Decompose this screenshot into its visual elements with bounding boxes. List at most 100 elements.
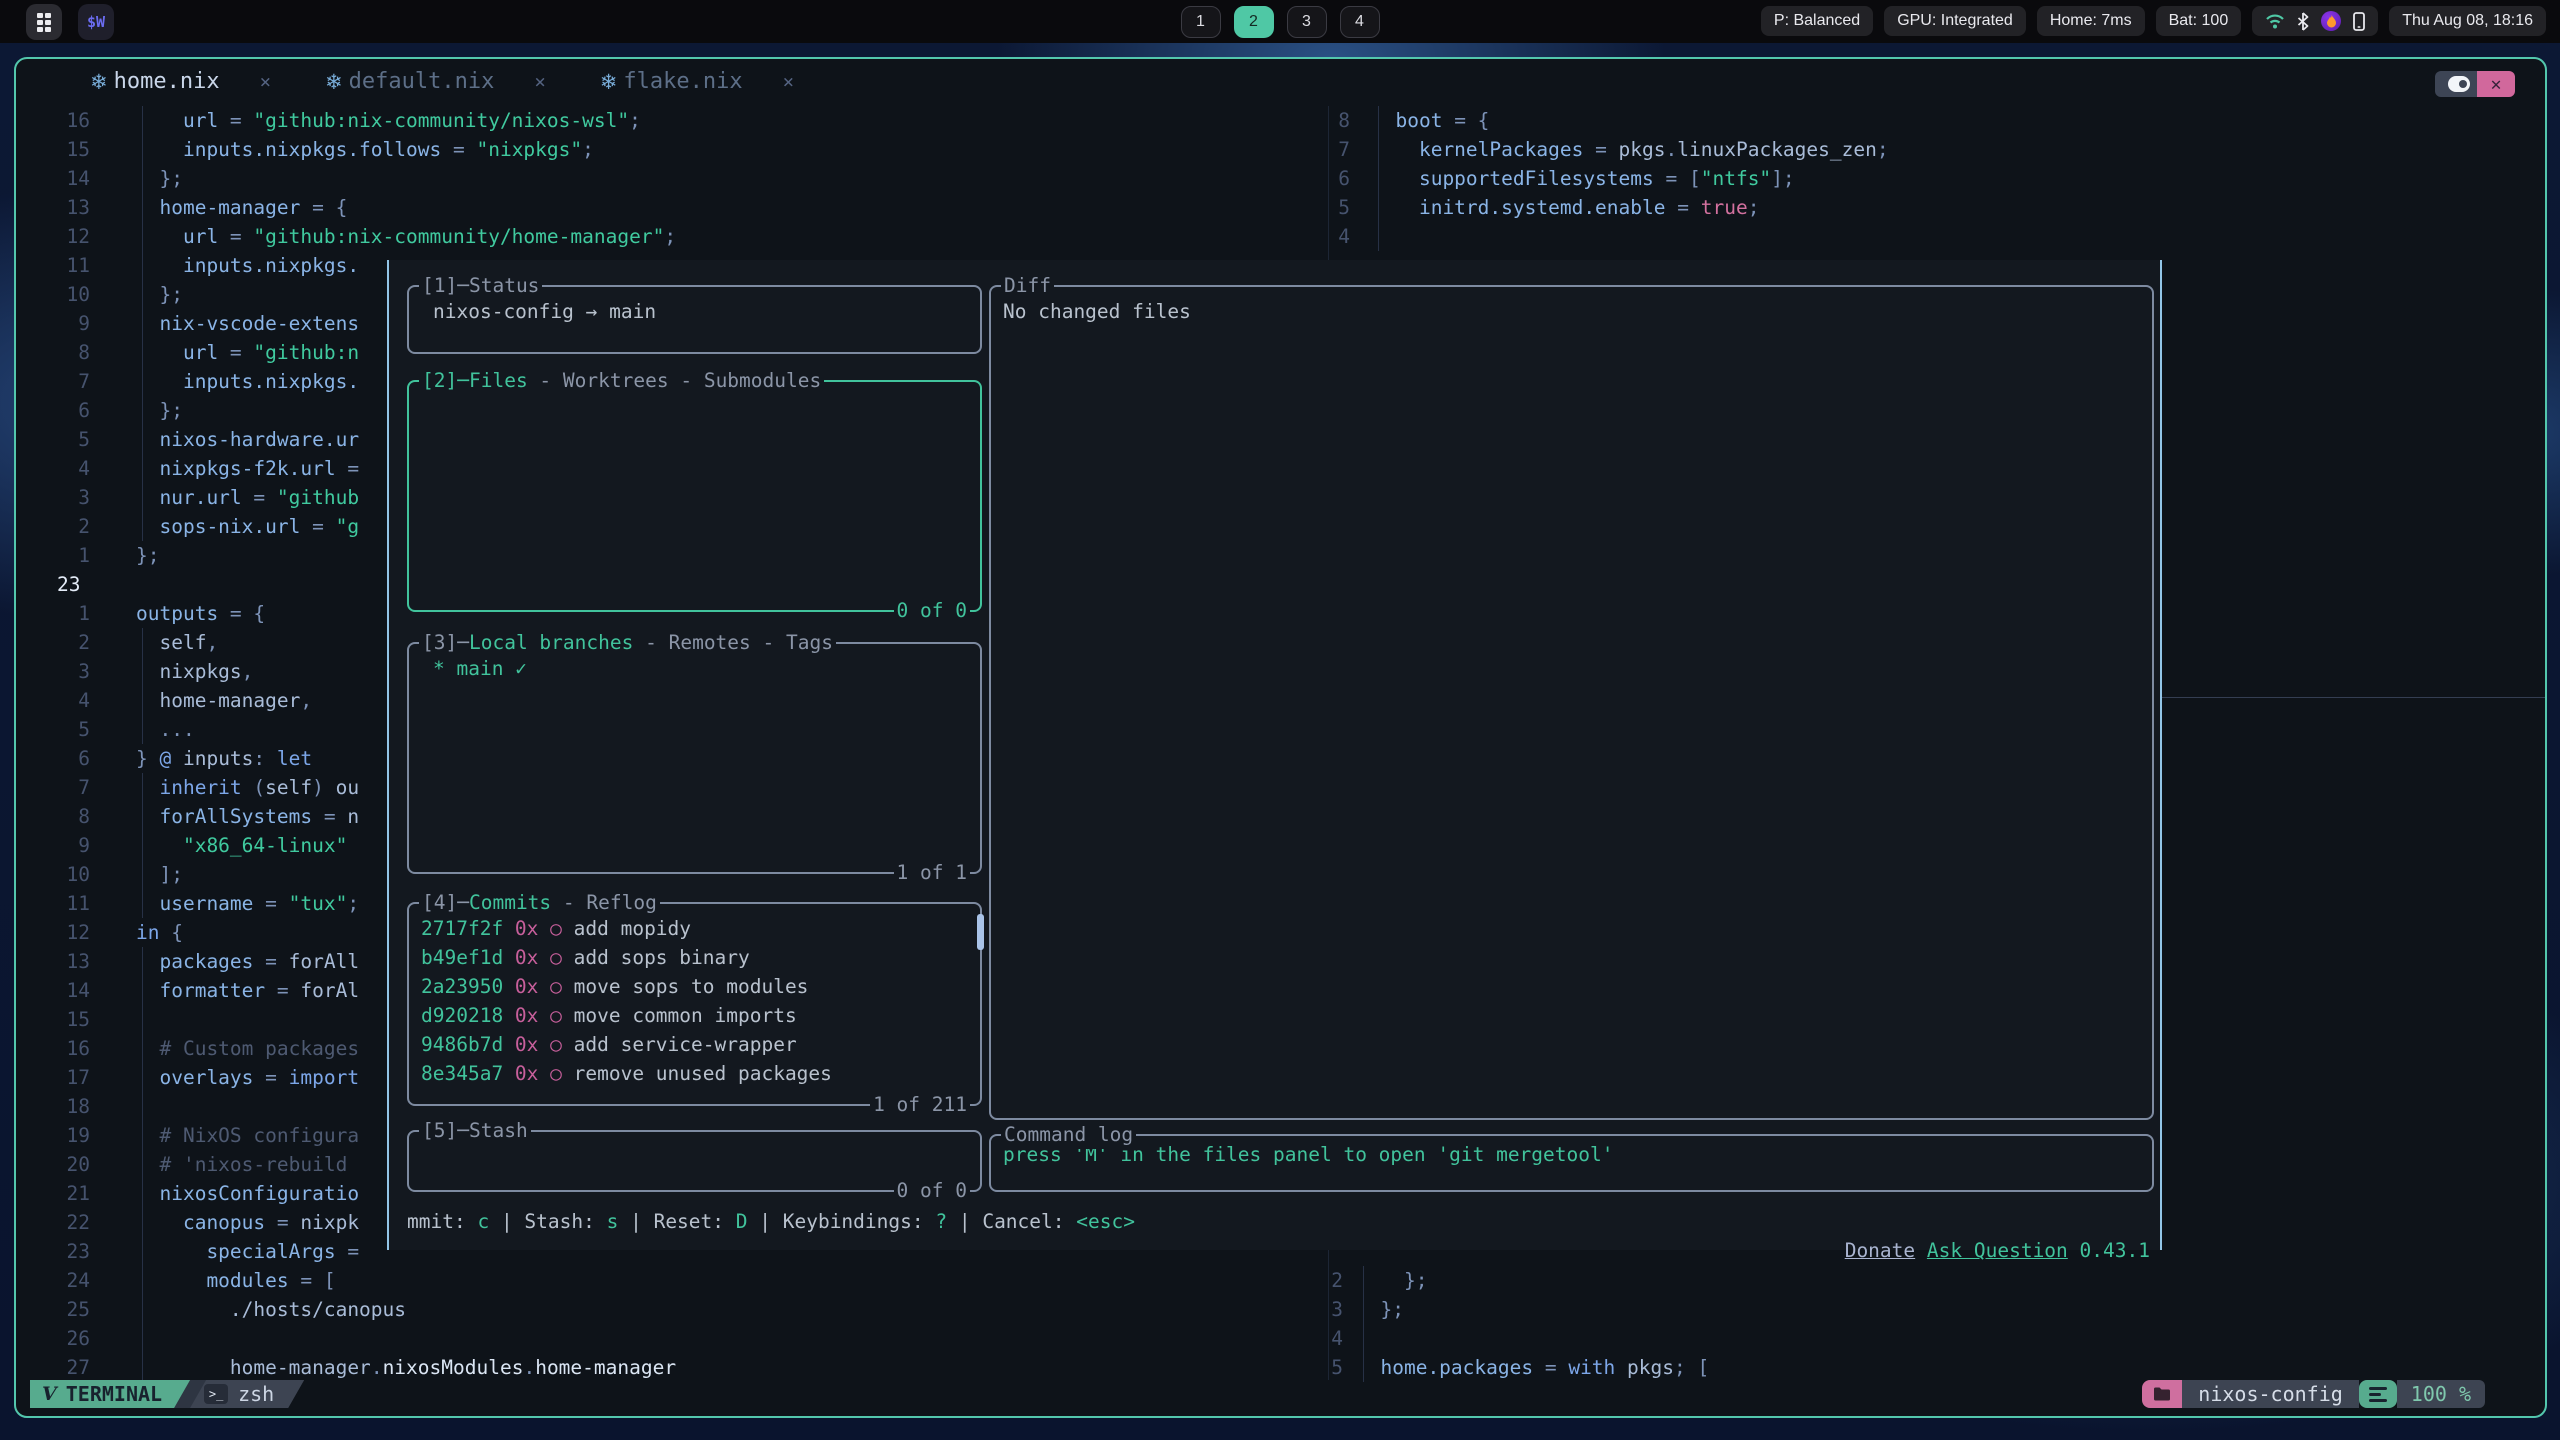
code-line[interactable]: 5 initrd.systemd.enable = true; xyxy=(16,193,2545,222)
commit-row[interactable]: 8e345a7 0x ○ remove unused packages xyxy=(421,1059,968,1088)
line-number: 7 xyxy=(16,773,90,802)
workspace-pill-2[interactable]: 2 xyxy=(1234,6,1274,38)
lazygit-diff-panel[interactable]: Diff No changed files xyxy=(989,285,2154,1120)
code-text: }; xyxy=(136,541,159,570)
code-line[interactable]: 5 home.packages = with pkgs; [ xyxy=(16,1353,2545,1382)
code-line[interactable]: 6 supportedFilesystems = ["ntfs"]; xyxy=(16,164,2545,193)
line-number: 15 xyxy=(16,1005,90,1034)
commit-row[interactable]: 2717f2f 0x ○ add mopidy xyxy=(421,914,968,943)
line-number: 4 xyxy=(16,686,90,715)
panel-tab-commits[interactable]: Commits xyxy=(469,891,551,914)
commit-row[interactable]: b49ef1d 0x ○ add sops binary xyxy=(421,943,968,972)
lazygit-commits-panel[interactable]: [4]─Commits - Reflog 2717f2f 0x ○ add mo… xyxy=(407,902,982,1106)
line-number: 6 xyxy=(16,744,90,773)
workspace-pill-1[interactable]: 1 xyxy=(1181,6,1221,38)
code-text: nixpkgs-f2k.url = xyxy=(136,454,359,483)
code-line[interactable]: 8 boot = { xyxy=(16,106,2545,135)
keybinding-label: | Reset: xyxy=(618,1210,735,1233)
line-number: 8 xyxy=(16,802,90,831)
panel-tab-remotes[interactable]: Remotes xyxy=(669,631,751,654)
lazygit-status-panel[interactable]: [1]─Status nixos-config → main xyxy=(407,285,982,354)
code-line[interactable]: 3 }; xyxy=(16,1295,2545,1324)
line-number: 14 xyxy=(16,976,90,1005)
keybinding-key: c xyxy=(477,1210,489,1233)
top-bar: $W 1234 P: BalancedGPU: IntegratedHome: … xyxy=(0,0,2560,43)
code-text: url = "github:n xyxy=(136,338,359,367)
command-log-title: Command log xyxy=(1004,1123,1133,1146)
editor-area: 16 url = "github:nix-community/nixos-wsl… xyxy=(16,59,2545,1416)
line-number: 17 xyxy=(16,1063,90,1092)
line-number: 1 xyxy=(16,599,90,628)
lazygit-overlay: [1]─Status nixos-config → main [2]─Files… xyxy=(387,260,2162,1250)
line-number: 18 xyxy=(16,1092,90,1121)
code-text: canopus = nixpk xyxy=(136,1208,359,1237)
panel-tab-submodules[interactable]: Submodules xyxy=(704,369,821,392)
code-text: }; xyxy=(1357,1295,1404,1324)
phone-icon[interactable] xyxy=(2353,12,2365,31)
commit-hash: d920218 xyxy=(421,1004,515,1027)
workspace-pill-3[interactable]: 3 xyxy=(1287,6,1327,38)
commit-row[interactable]: 2a23950 0x ○ move sops to modules xyxy=(421,972,968,1001)
code-text: specialArgs = xyxy=(136,1237,359,1266)
code-text: inherit (self) ou xyxy=(136,773,359,802)
panel-tab-stash[interactable]: Stash xyxy=(469,1119,528,1142)
keybinding-label: | Cancel: xyxy=(947,1210,1076,1233)
commit-message: remove unused packages xyxy=(574,1062,832,1085)
ask-question-link[interactable]: Ask Question xyxy=(1927,1239,2068,1262)
vim-icon: V xyxy=(42,1383,57,1405)
lazygit-footer-links: Donate Ask Question 0.43.1 xyxy=(1727,1207,2150,1236)
lazygit-branches-panel[interactable]: [3]─Local branches - Remotes - Tags * ma… xyxy=(407,642,982,874)
panel-tab-local-branches[interactable]: Local branches xyxy=(469,631,633,654)
code-line[interactable]: 4 xyxy=(16,1324,2545,1353)
commit-row[interactable]: d920218 0x ○ move common imports xyxy=(421,1001,968,1030)
panel-tab-status[interactable]: Status xyxy=(469,274,539,297)
code-line[interactable]: 7 kernelPackages = pkgs.linuxPackages_ze… xyxy=(16,135,2545,164)
keybinding-label: | Keybindings: xyxy=(748,1210,936,1233)
code-text: ... xyxy=(136,715,195,744)
status-pill-2: Home: 7ms xyxy=(2037,6,2145,36)
line-number: 4 xyxy=(16,1324,1343,1353)
top-bar-right: P: BalancedGPU: IntegratedHome: 7msBat: … xyxy=(1761,6,2546,36)
lazygit-command-log-panel[interactable]: Command log press 'M' in the files panel… xyxy=(989,1134,2154,1192)
panel-tab-files[interactable]: Files xyxy=(469,369,528,392)
commits-scrollbar[interactable] xyxy=(977,914,984,950)
code-text: supportedFilesystems = ["ntfs"]; xyxy=(1372,164,1795,193)
code-line[interactable]: 2 }; xyxy=(16,1266,2545,1295)
donate-link[interactable]: Donate xyxy=(1845,1239,1915,1262)
network-icon[interactable] xyxy=(2265,12,2285,30)
panel-tab-worktrees[interactable]: Worktrees xyxy=(563,369,669,392)
line-number: 9 xyxy=(16,309,90,338)
lazygit-files-panel[interactable]: [2]─Files - Worktrees - Submodules 0 of … xyxy=(407,380,982,612)
commit-author: 0x ○ xyxy=(515,1033,574,1056)
panel-tab-reflog[interactable]: Reflog xyxy=(586,891,656,914)
command-log-line: press 'M' in the files panel to open 'gi… xyxy=(991,1136,2152,1169)
line-number: 8 xyxy=(16,338,90,367)
line-number: 10 xyxy=(16,860,90,889)
code-text: }; xyxy=(1357,1266,1427,1295)
code-text: packages = forAll xyxy=(136,947,359,976)
commit-message: move common imports xyxy=(574,1004,797,1027)
line-number: 11 xyxy=(16,889,90,918)
line-number: 5 xyxy=(16,425,90,454)
shell-segment[interactable]: >_ zsh xyxy=(190,1380,304,1408)
keybinding-key: ? xyxy=(935,1210,947,1233)
line-number: 19 xyxy=(16,1121,90,1150)
code-line[interactable]: 4 xyxy=(16,222,2545,251)
code-text: formatter = forAl xyxy=(136,976,359,1005)
lazygit-stash-panel[interactable]: [5]─Stash 0 of 0 xyxy=(407,1130,982,1192)
fire-icon[interactable] xyxy=(2321,11,2341,31)
line-number: 10 xyxy=(16,280,90,309)
bluetooth-icon[interactable] xyxy=(2297,12,2309,31)
code-text: home-manager, xyxy=(136,686,312,715)
status-line: V TERMINAL >_ zsh nixos-config 100 % xyxy=(30,1380,2531,1408)
code-text: nixosConfiguratio xyxy=(136,1179,359,1208)
panel-number: [2] xyxy=(422,369,457,392)
keybinding-label: | Stash: xyxy=(489,1210,606,1233)
workspace-pill-4[interactable]: 4 xyxy=(1340,6,1380,38)
panel-tab-tags[interactable]: Tags xyxy=(786,631,833,654)
folder-icon xyxy=(2142,1380,2182,1408)
line-number: 6 xyxy=(16,164,1350,193)
repo-segment[interactable]: nixos-config xyxy=(2182,1380,2359,1408)
commit-row[interactable]: 9486b7d 0x ○ add service-wrapper xyxy=(421,1030,968,1059)
commit-message: add sops binary xyxy=(574,946,750,969)
